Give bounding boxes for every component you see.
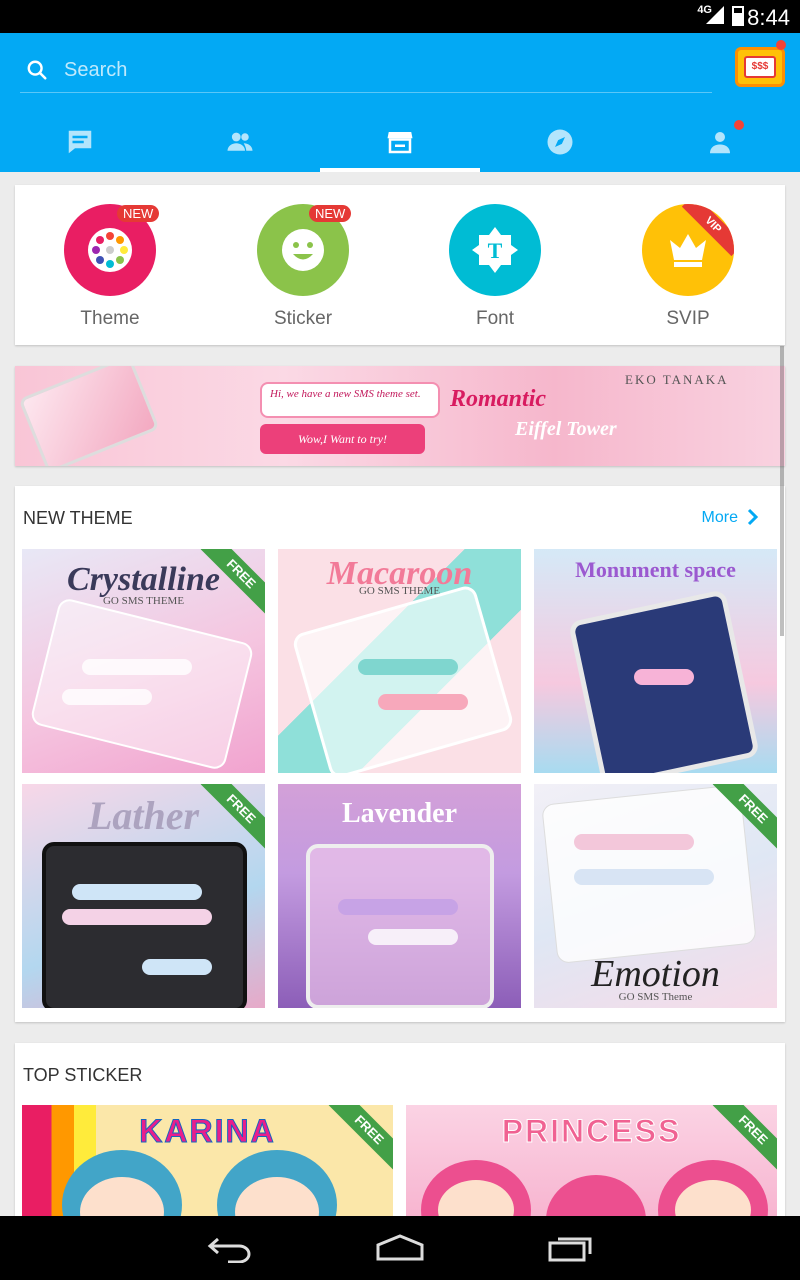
category-label: SVIP — [666, 308, 710, 329]
system-nav-bar — [0, 1216, 800, 1280]
top-sticker-card: TOP STICKER KARINA FREE PRINCESS FREE — [15, 1043, 785, 1223]
phone-preview — [29, 596, 255, 772]
clock: 8:44 — [747, 5, 790, 30]
banner-brand: EKO TANAKA — [625, 372, 729, 387]
theme-title: Monument space — [575, 557, 736, 582]
search-input[interactable]: Search — [64, 59, 127, 82]
battery-icon — [732, 6, 744, 26]
new-badge: NEW — [117, 205, 160, 222]
tab-profile[interactable] — [640, 111, 800, 172]
crown-icon — [670, 234, 706, 267]
back-icon[interactable] — [206, 1233, 254, 1263]
main-tabs — [0, 111, 800, 172]
message-bubble — [368, 929, 458, 945]
message-bubble — [574, 869, 714, 885]
slot-machine-icon[interactable]: $$$ — [735, 47, 785, 87]
person-icon — [710, 131, 730, 153]
phone-preview — [306, 844, 494, 1008]
message-bubble — [378, 694, 468, 710]
signal-icon — [706, 6, 724, 24]
category-card: Theme NEW Sticker NEW T Font VIP SVIP — [15, 185, 785, 345]
status-bar: 4G 8:44 — [0, 0, 800, 33]
promo-banner[interactable]: Hi, we have a new SMS theme set. Wow,I W… — [15, 366, 785, 466]
search-bar[interactable]: Search — [20, 51, 712, 93]
font-circle: T — [449, 204, 541, 296]
theme-title: Lavender — [341, 798, 458, 829]
new-theme-card: NEW THEME More Crystalline GO SMS THEME … — [15, 486, 785, 1022]
svg-text:T: T — [488, 238, 503, 263]
app-header: Search $$$ — [0, 33, 800, 172]
theme-tile-crystalline[interactable]: Crystalline GO SMS THEME FREE — [22, 549, 265, 773]
sticker-title: KARINA — [139, 1113, 276, 1150]
tab-discover[interactable] — [480, 111, 640, 172]
banner-phone-image — [18, 366, 160, 466]
profile-notification-dot — [734, 120, 744, 130]
new-badge: NEW — [309, 205, 352, 222]
section-title: TOP STICKER — [23, 1065, 143, 1085]
message-bubble — [574, 834, 694, 850]
sticker-tile-princess[interactable]: PRINCESS FREE — [406, 1105, 777, 1223]
sticker-title: PRINCESS — [501, 1113, 682, 1150]
notification-dot — [776, 40, 786, 50]
app-icon-row — [634, 669, 694, 685]
banner-subtitle: Eiffel Tower — [515, 418, 617, 440]
category-label: Font — [475, 308, 515, 329]
smiley-icon — [282, 229, 324, 271]
banner-try-button: Wow,I Want to try! — [260, 424, 425, 454]
message-bubble — [338, 899, 458, 915]
home-icon[interactable] — [374, 1233, 426, 1263]
more-link[interactable]: More — [702, 509, 738, 527]
slot-window: $$$ — [744, 56, 776, 78]
theme-tile-monument[interactable]: Monument space — [534, 549, 777, 773]
banner-bubble: Hi, we have a new SMS theme set. — [260, 382, 440, 418]
scrollbar[interactable] — [780, 346, 784, 636]
tab-store[interactable] — [320, 111, 480, 172]
theme-tile-macaroon[interactable]: Macaroon GO SMS THEME — [278, 549, 521, 773]
theme-tile-emotion[interactable]: Emotion GO SMS Theme FREE — [534, 784, 777, 1008]
sticker-tile-karina[interactable]: KARINA FREE — [22, 1105, 393, 1223]
message-bubble — [72, 884, 202, 900]
phone-preview — [291, 583, 515, 773]
category-theme[interactable]: Theme — [50, 204, 170, 330]
message-bubble — [82, 659, 192, 675]
message-bubble — [142, 959, 212, 975]
store-icon — [387, 131, 413, 153]
svip-circle: VIP — [642, 204, 734, 296]
theme-subtitle: GO SMS Theme — [618, 991, 693, 1003]
chevron-right-icon[interactable] — [747, 508, 759, 526]
compass-icon — [547, 129, 573, 154]
recents-icon[interactable] — [546, 1233, 596, 1263]
phone-preview — [42, 842, 247, 1008]
section-title: NEW THEME — [23, 508, 133, 528]
search-icon — [27, 60, 47, 80]
category-label: Theme — [80, 308, 140, 329]
tab-contacts[interactable] — [160, 111, 320, 172]
chat-icon — [68, 130, 92, 153]
theme-title: Emotion — [591, 953, 720, 995]
message-bubble — [62, 689, 152, 705]
theme-tile-lavender[interactable]: Lavender — [278, 784, 521, 1008]
message-bubble — [62, 909, 212, 925]
category-svip[interactable]: VIP SVIP — [628, 204, 748, 330]
message-bubble — [358, 659, 458, 675]
banner-title: Romantic — [450, 386, 547, 412]
category-label: Sticker — [273, 308, 333, 329]
tab-messages[interactable] — [0, 111, 160, 172]
palette-icon — [88, 228, 132, 272]
font-icon: T — [472, 227, 518, 273]
theme-tile-lather[interactable]: Lather FREE — [22, 784, 265, 1008]
category-sticker[interactable]: Sticker — [243, 204, 363, 330]
category-font[interactable]: T Font — [435, 204, 555, 330]
people-icon — [227, 132, 253, 151]
theme-subtitle: GO SMS THEME — [358, 585, 441, 597]
